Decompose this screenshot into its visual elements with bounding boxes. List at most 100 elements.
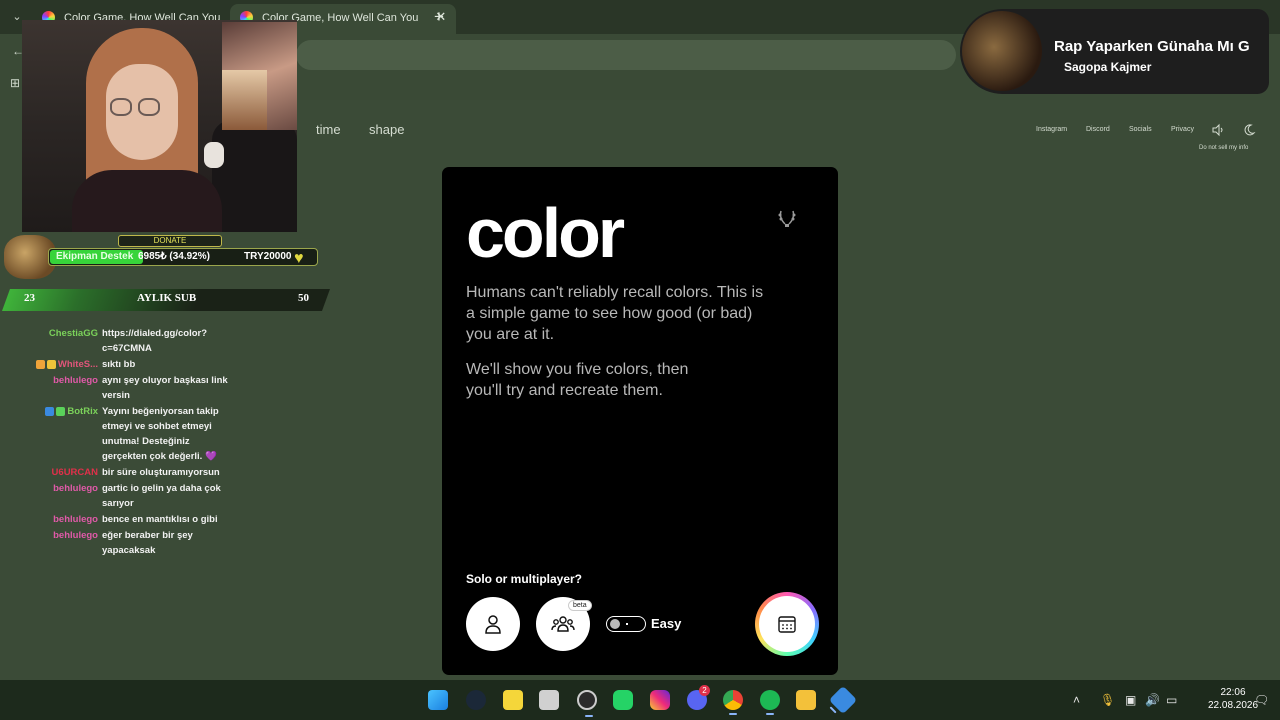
- difficulty-label: Easy: [651, 616, 682, 631]
- chat-message: behlulego aynı şey oluyor başkası link ve…: [20, 373, 230, 403]
- chat-message-text: sıktı bb: [102, 359, 136, 370]
- chat-message: behlulego gartic io gelin ya daha çok sar…: [20, 481, 230, 511]
- leaderboard-laurel-icon[interactable]: [776, 207, 798, 229]
- toggle-knob: [610, 619, 620, 629]
- chrome-icon[interactable]: [723, 690, 743, 715]
- sticky-notes-icon[interactable]: [503, 690, 523, 710]
- chat-message: BotRix Yayını beğeniyorsan takip etmeyi v…: [20, 404, 230, 464]
- chat-username-text: ChestiaGG: [48, 328, 98, 339]
- chat-message: U6URCAN bir süre oluşturamıyorsun: [20, 465, 230, 480]
- sub-current: 23: [24, 292, 35, 304]
- instagram-icon[interactable]: [650, 690, 670, 710]
- link-do-not-sell[interactable]: Do not sell my info: [1199, 145, 1248, 151]
- chat-message-text: eğer beraber bir şey yapacaksak: [102, 530, 193, 556]
- link-instagram[interactable]: Instagram: [1036, 126, 1067, 133]
- chat-message: WhiteS... sıktı bb: [20, 357, 230, 372]
- chat-message: ChestiaGG https://dialed.gg/color?c=67CMN…: [20, 326, 230, 356]
- calendar-icon: [778, 616, 796, 633]
- donate-header: DONATE: [118, 235, 222, 247]
- nav-link-time[interactable]: time: [316, 122, 341, 137]
- difficulty-toggle[interactable]: [606, 616, 646, 632]
- battery-icon[interactable]: ▭: [1166, 693, 1177, 707]
- daily-challenge-button[interactable]: [755, 592, 819, 656]
- chat-message: behlulego bence en mantıklısı o gibi: [20, 512, 230, 527]
- toggle-dot: [626, 623, 628, 625]
- link-discord[interactable]: Discord: [1086, 126, 1110, 133]
- headphones: [204, 142, 224, 168]
- volume-icon[interactable]: 🔊: [1145, 693, 1160, 707]
- game-title: color: [466, 194, 625, 272]
- chat-message-text: https://dialed.gg/color?c=67CMNA: [102, 328, 208, 354]
- chat-username[interactable]: U6URCAN: [20, 465, 102, 480]
- chat-username[interactable]: behlulego: [20, 528, 102, 558]
- discord-icon[interactable]: 2: [687, 685, 710, 710]
- chat-badge-icon: [56, 406, 66, 416]
- donate-target: TRY20000: [244, 251, 292, 262]
- microphone-icon[interactable]: 🎙: [1100, 693, 1115, 707]
- chat-username-text: U6URCAN: [51, 467, 98, 478]
- chat-message-text: bir süre oluşturamıyorsun: [102, 467, 220, 478]
- chat-username[interactable]: WhiteS...: [20, 357, 102, 372]
- link-socials[interactable]: Socials: [1129, 126, 1152, 133]
- windows-start-icon[interactable]: [428, 690, 448, 710]
- heart-icon: ♥: [294, 250, 304, 267]
- apps-grid-icon[interactable]: ⊞: [10, 76, 20, 90]
- chat-username-text: BotRix: [67, 406, 98, 417]
- intro-text: Humans can't reliably recall colors. Thi…: [466, 284, 764, 343]
- chat-username-text: behlulego: [53, 514, 98, 525]
- clock-date: 22.08.2026: [1208, 700, 1259, 711]
- chat-username-text: behlulego: [53, 375, 98, 386]
- chat-badge-icon: [46, 359, 56, 369]
- game-card: color Humans can't reliably recall color…: [442, 167, 838, 675]
- new-tab-plus-icon[interactable]: +: [434, 7, 444, 27]
- group-users-icon: [551, 616, 575, 632]
- now-playing-widget: Rap Yaparken Günaha Mı G Sagopa Kajmer: [960, 9, 1269, 94]
- sound-icon[interactable]: [1211, 123, 1225, 137]
- screen: ⌄ Color Game, How Well Can You ✕ Color G…: [0, 0, 1280, 720]
- chat-username-text: behlulego: [53, 483, 98, 494]
- tray-chevron-icon[interactable]: ˄: [1073, 693, 1080, 707]
- sub-target: 50: [298, 292, 309, 304]
- chat-username[interactable]: behlulego: [20, 481, 102, 511]
- chat-message-text: bence en mantıklısı o gibi: [102, 514, 218, 525]
- glasses-right: [138, 98, 160, 116]
- single-user-icon: [485, 615, 501, 634]
- album-art: [962, 11, 1042, 91]
- notification-icon[interactable]: 🗨: [1254, 693, 1269, 707]
- beta-badge: beta: [568, 600, 592, 611]
- discord-badge: 2: [699, 685, 710, 696]
- chat-username[interactable]: behlulego: [20, 512, 102, 527]
- chat-message-text: aynı şey oluyor başkası link versin: [102, 375, 228, 401]
- whatsapp-icon[interactable]: [613, 690, 633, 710]
- spotify-icon[interactable]: [760, 690, 780, 715]
- chat-username[interactable]: BotRix: [20, 404, 102, 464]
- donate-goal-name: Ekipman Destek: [56, 251, 134, 262]
- link-privacy[interactable]: Privacy: [1171, 126, 1194, 133]
- song-title: Rap Yaparken Günaha Mı G: [1054, 38, 1250, 55]
- network-icon[interactable]: ▣: [1125, 693, 1136, 707]
- chat-username[interactable]: behlulego: [20, 373, 102, 403]
- file-explorer-icon[interactable]: [796, 690, 816, 710]
- dark-mode-moon-icon[interactable]: [1242, 123, 1256, 137]
- chat-username[interactable]: ChestiaGG: [20, 326, 102, 356]
- snipping-tool-icon[interactable]: [539, 690, 559, 710]
- taskbar-clock[interactable]: 22:06 22.08.2026: [1208, 686, 1258, 712]
- gaming-chair: [212, 120, 297, 232]
- steam-icon[interactable]: [466, 690, 486, 710]
- stream-chat: ChestiaGG https://dialed.gg/color?c=67CMN…: [20, 326, 230, 559]
- wall-poster-2: [222, 70, 267, 130]
- chat-message: behlulego eğer beraber bir şey yapacaksak: [20, 528, 230, 558]
- obs-icon[interactable]: [577, 690, 597, 717]
- chat-username-text: behlulego: [53, 530, 98, 541]
- solo-button[interactable]: [466, 597, 520, 651]
- chat-badge-icon: [45, 406, 55, 416]
- chat-username-text: WhiteS...: [57, 359, 98, 370]
- donate-amount: 6985₺ (34.92%): [138, 251, 210, 262]
- chat-badge-icon: [35, 359, 45, 369]
- daily-button-face: [759, 596, 815, 652]
- clock-time: 22:06: [1220, 687, 1246, 698]
- address-bar[interactable]: [296, 40, 956, 70]
- glasses-left: [110, 98, 132, 116]
- nav-link-shape[interactable]: shape: [369, 122, 404, 137]
- sub-label: AYLIK SUB: [137, 292, 197, 304]
